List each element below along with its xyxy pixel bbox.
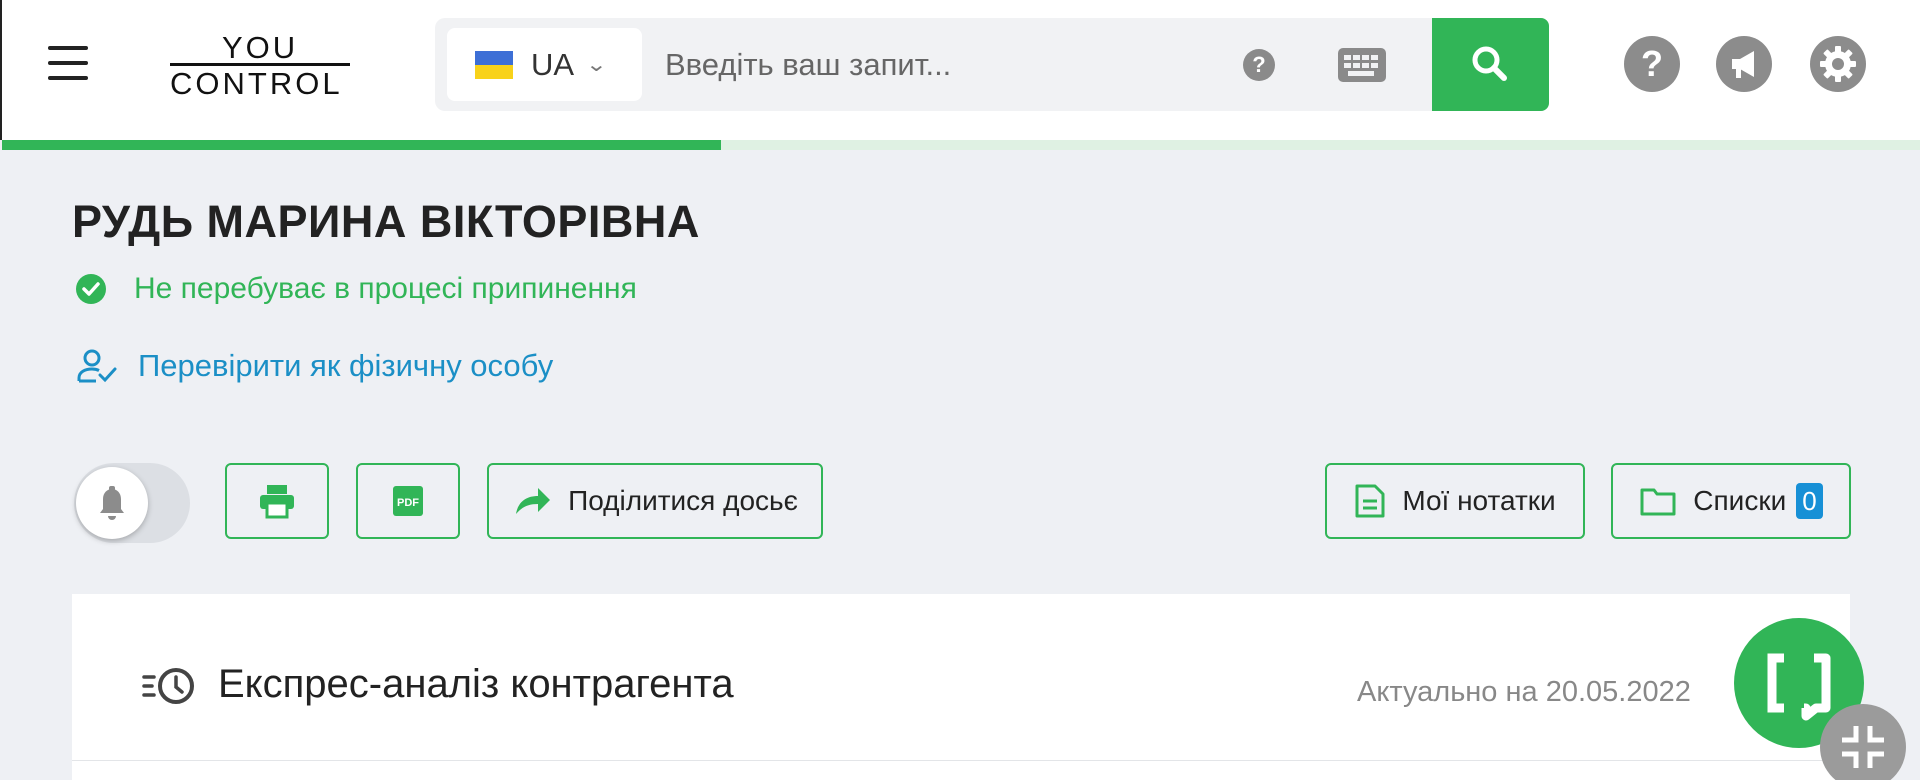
printer-icon (260, 485, 294, 519)
language-label: UA (531, 46, 575, 82)
toggle-knob (76, 467, 148, 539)
logo-bottom-text: CONTROL (170, 66, 343, 101)
search-input[interactable] (665, 38, 1205, 91)
ukraine-flag-icon (475, 50, 513, 79)
page-title: РУДЬ МАРИНА ВІКТОРІВНА (72, 196, 700, 247)
verify-link-label: Перевірити як фізичну особу (138, 348, 554, 383)
help-icon[interactable]: ? (1624, 36, 1680, 92)
page-progress (2, 140, 1920, 150)
verify-person-link[interactable]: Перевірити як фізичну особу (76, 348, 553, 384)
top-header: YOU CONTROL UA ⌄ ? ? (0, 0, 1920, 140)
history-icon (142, 668, 194, 704)
note-icon (1355, 484, 1385, 518)
lists-label: Списки (1693, 485, 1787, 516)
user-check-icon (77, 349, 117, 383)
menu-icon[interactable] (48, 46, 88, 80)
logo[interactable]: YOU CONTROL (170, 30, 350, 101)
question-icon[interactable]: ? (1243, 49, 1275, 81)
progress-fill (2, 140, 722, 150)
share-dossier-button[interactable]: Поділитися досьє (487, 463, 823, 539)
lists-count-badge: 0 (1796, 483, 1823, 519)
search-button[interactable] (1432, 18, 1549, 111)
logo-top-text: YOU (222, 30, 299, 65)
print-button[interactable] (225, 463, 329, 539)
pdf-button[interactable]: PDF (356, 463, 460, 539)
search-icon (1472, 46, 1507, 81)
check-circle-icon (76, 274, 106, 304)
search-bar: UA ⌄ ? (435, 18, 1549, 111)
share-arrow-icon (516, 488, 551, 514)
my-notes-button[interactable]: Мої нотатки (1325, 463, 1585, 539)
bell-icon (100, 486, 124, 520)
gear-icon[interactable] (1810, 36, 1866, 92)
keyboard-icon[interactable] (1338, 48, 1386, 82)
language-selector[interactable]: UA ⌄ (447, 28, 642, 101)
card-date: Актуально на 20.05.2022 (1357, 676, 1691, 708)
collapse-button[interactable] (1820, 704, 1906, 780)
megaphone-icon[interactable] (1716, 36, 1772, 92)
notification-toggle[interactable] (74, 463, 190, 543)
svg-text:?: ? (1641, 43, 1663, 84)
status-row: Не перебуває в процесі припинення (76, 272, 637, 306)
collapse-icon (1842, 726, 1884, 768)
pdf-icon: PDF (393, 486, 423, 516)
card-title: Експрес-аналіз контрагента (218, 662, 734, 706)
share-label: Поділитися досьє (568, 485, 798, 516)
status-text: Не перебуває в процесі припинення (134, 272, 637, 305)
chevron-down-icon: ⌄ (585, 54, 608, 76)
svg-text:PDF: PDF (397, 497, 419, 509)
notes-label: Мої нотатки (1402, 485, 1556, 516)
folder-icon (1640, 488, 1676, 516)
lists-button[interactable]: Списки 0 (1611, 463, 1851, 539)
